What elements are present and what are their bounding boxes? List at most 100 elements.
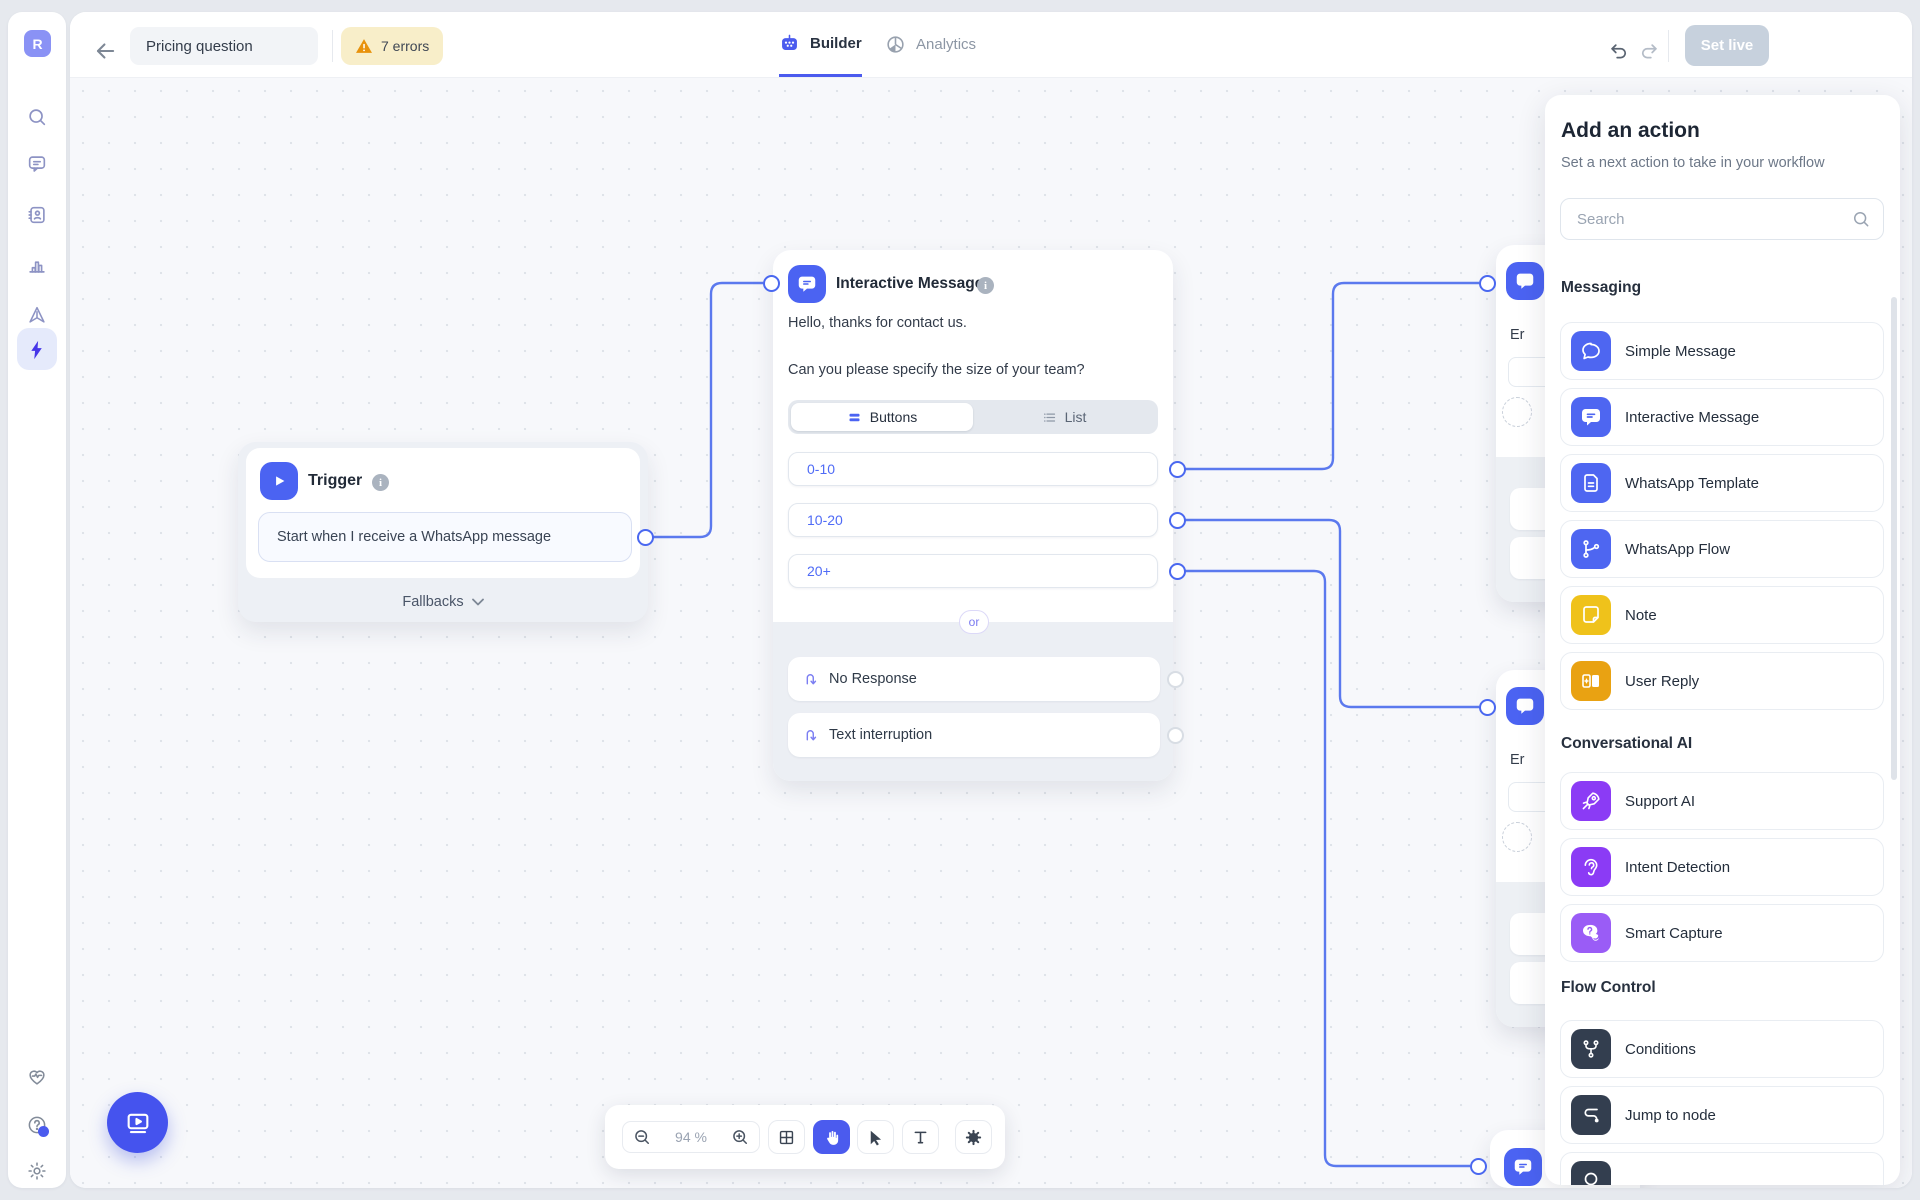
- zoom-controls: 94 %: [622, 1121, 760, 1153]
- reply-button-10-20[interactable]: 10-20: [788, 503, 1158, 537]
- fallback-section: [773, 622, 1173, 781]
- ear-icon: [1571, 847, 1611, 887]
- no-response-label: No Response: [829, 671, 917, 687]
- partial-node-text: Er: [1510, 752, 1525, 768]
- back-arrow-icon[interactable]: [92, 38, 118, 64]
- errors-badge[interactable]: 7 errors: [341, 27, 444, 65]
- tab-builder[interactable]: Builder: [779, 12, 862, 77]
- zoom-in-icon[interactable]: [730, 1127, 750, 1147]
- or-divider: or: [959, 610, 989, 634]
- input-port-interactive[interactable]: [762, 274, 780, 292]
- dashed-add-placeholder[interactable]: [1502, 397, 1532, 427]
- action-item-label: Jump to node: [1625, 1106, 1716, 1124]
- action-item-support-ai[interactable]: Support AI: [1560, 772, 1884, 830]
- output-port-text-interruption[interactable]: [1166, 726, 1184, 744]
- chat-filled-icon: [1506, 262, 1544, 300]
- analytics-pie-icon: [887, 36, 904, 53]
- action-item-user-reply[interactable]: User Reply: [1560, 652, 1884, 710]
- app-logo[interactable]: R: [24, 30, 51, 57]
- text-interruption-row[interactable]: Text interruption: [788, 713, 1160, 757]
- action-item-whatsapp-template[interactable]: WhatsApp Template: [1560, 454, 1884, 512]
- zoom-level-value[interactable]: 94 %: [675, 1129, 707, 1145]
- note-icon: [1571, 595, 1611, 635]
- action-item-partial[interactable]: [1560, 1152, 1884, 1185]
- uturn-down-icon: [806, 673, 817, 684]
- action-item-smart-capture[interactable]: Smart Capture: [1560, 904, 1884, 962]
- reply-button-20plus[interactable]: 20+: [788, 554, 1158, 588]
- action-item-whatsapp-flow[interactable]: WhatsApp Flow: [1560, 520, 1884, 578]
- text-tool-button[interactable]: [902, 1120, 939, 1154]
- tab-buttons-mode[interactable]: Buttons: [791, 403, 973, 431]
- text-tool-icon: [914, 1131, 927, 1143]
- action-item-label: Intent Detection: [1625, 858, 1731, 876]
- action-item-jump-to-node[interactable]: Jump to node: [1560, 1086, 1884, 1144]
- builder-bot-icon: [782, 34, 797, 50]
- no-response-row[interactable]: No Response: [788, 657, 1160, 701]
- select-tool-button[interactable]: [857, 1120, 894, 1154]
- output-port-10-20[interactable]: [1168, 511, 1186, 529]
- redo-icon[interactable]: [1638, 41, 1660, 61]
- trigger-node[interactable]: Trigger i Start when I receive a WhatsAp…: [238, 442, 648, 622]
- action-search-input[interactable]: [1561, 199, 1883, 239]
- action-item-label: Interactive Message: [1625, 408, 1760, 426]
- canvas-toolbar: 94 %: [605, 1105, 1005, 1169]
- input-port-node-2[interactable]: [1478, 698, 1496, 716]
- rocket-icon: [1571, 781, 1611, 821]
- list-mode-icon: [1043, 412, 1055, 422]
- trigger-node-body: Trigger i Start when I receive a WhatsAp…: [246, 448, 640, 578]
- analytics-bars-icon[interactable]: [25, 253, 49, 277]
- dashed-add-placeholder[interactable]: [1502, 822, 1532, 852]
- trigger-condition[interactable]: Start when I receive a WhatsApp message: [258, 512, 632, 562]
- action-item-note[interactable]: Note: [1560, 586, 1884, 644]
- pan-tool-button[interactable]: [813, 1120, 850, 1154]
- zoom-out-icon[interactable]: [632, 1127, 652, 1147]
- fallbacks-toggle[interactable]: Fallbacks: [238, 582, 648, 622]
- action-item-conditions[interactable]: Conditions: [1560, 1020, 1884, 1078]
- chat-filled-icon: [1506, 687, 1544, 725]
- action-item-interactive-message[interactable]: Interactive Message: [1560, 388, 1884, 446]
- undo-icon[interactable]: [1608, 41, 1630, 61]
- bubble-question-icon: [1571, 913, 1611, 953]
- chevron-down-icon: [471, 598, 484, 606]
- panel-scrollbar[interactable]: [1891, 297, 1897, 780]
- contacts-icon[interactable]: [25, 203, 49, 227]
- output-port-0-10[interactable]: [1168, 460, 1186, 478]
- input-port-node-1[interactable]: [1478, 274, 1496, 292]
- input-port-node-3[interactable]: [1469, 1157, 1487, 1175]
- tab-list-mode[interactable]: List: [973, 403, 1155, 431]
- output-port-trigger[interactable]: [636, 528, 654, 546]
- chat-filled-icon: [1504, 1148, 1542, 1186]
- info-icon[interactable]: i: [372, 474, 389, 491]
- campaigns-send-icon[interactable]: [25, 303, 49, 327]
- health-status-icon[interactable]: [25, 1065, 49, 1089]
- panel-title: Add an action: [1561, 119, 1700, 142]
- tab-analytics-label: Analytics: [916, 36, 977, 53]
- interactive-message-node[interactable]: Interactive Message i Hello, thanks for …: [773, 250, 1173, 781]
- inbox-chat-icon[interactable]: [25, 152, 49, 176]
- action-item-intent-detection[interactable]: Intent Detection: [1560, 838, 1884, 896]
- canvas-settings-button[interactable]: [955, 1120, 992, 1154]
- set-live-button[interactable]: Set live: [1685, 25, 1769, 66]
- action-item-simple-message[interactable]: Simple Message: [1560, 322, 1884, 380]
- demo-video-button[interactable]: [107, 1092, 168, 1153]
- action-search: [1560, 198, 1884, 240]
- section-flow-control: Flow Control: [1561, 979, 1656, 996]
- output-port-no-response[interactable]: [1166, 670, 1184, 688]
- message-text-1: Hello, thanks for contact us.: [788, 315, 967, 331]
- errors-count-label: 7 errors: [381, 38, 430, 54]
- output-port-20plus[interactable]: [1168, 562, 1186, 580]
- fallbacks-label: Fallbacks: [402, 594, 464, 610]
- automations-bolt-icon[interactable]: [25, 338, 49, 362]
- chat-filled-icon: [1571, 397, 1611, 437]
- search-icon[interactable]: [25, 105, 49, 129]
- warning-triangle-icon: [356, 39, 372, 53]
- flow-name-field[interactable]: Pricing question: [130, 27, 318, 65]
- document-icon: [1571, 463, 1611, 503]
- tab-analytics[interactable]: Analytics: [885, 12, 976, 77]
- settings-gear-icon[interactable]: [25, 1159, 49, 1183]
- grid-snap-button[interactable]: [768, 1120, 805, 1154]
- chat-filled-icon: [788, 265, 826, 303]
- gear-icon: [965, 1129, 982, 1145]
- reply-button-0-10[interactable]: 0-10: [788, 452, 1158, 486]
- info-icon[interactable]: i: [977, 277, 994, 294]
